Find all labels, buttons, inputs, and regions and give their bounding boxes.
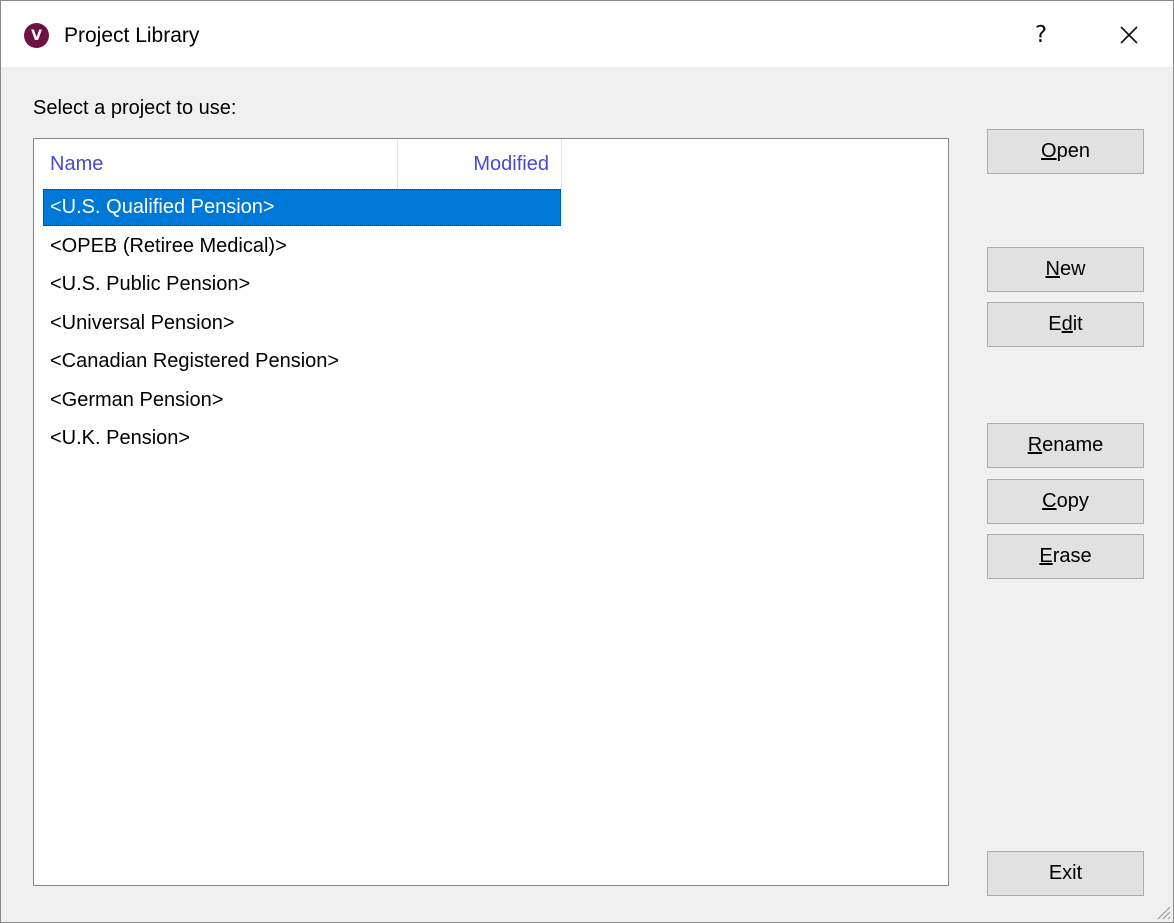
window-title: Project Library [64,24,200,47]
list-item-name: <Canadian Registered Pension> [50,350,340,372]
erase-button-label: rase [1052,545,1092,567]
help-button[interactable]: ? [1017,15,1065,55]
list-item-name: <U.K. Pension> [50,427,191,449]
open-button-label: pen [1056,140,1090,162]
list-item[interactable]: <OPEB (Retiree Medical)> [43,228,561,265]
list-item[interactable]: <U.S. Qualified Pension> [43,189,561,226]
new-button[interactable]: New [987,247,1144,292]
rename-button-label: ename [1042,434,1104,456]
edit-button-prefix: E [1048,313,1062,335]
copy-button-label: opy [1056,490,1089,512]
list-item-name: <German Pension> [50,388,224,411]
column-header-name[interactable]: Name [34,139,398,189]
project-list[interactable]: Name Modified <U.S. Qualified Pension> <O… [33,138,949,886]
list-header: Name Modified [34,139,948,189]
list-item-name: <U.S. Qualified Pension> [50,196,275,218]
new-button-accel: N [1045,258,1060,280]
column-header-modified[interactable]: Modified [398,139,562,189]
list-item[interactable]: <U.S. Public Pension> [43,266,561,303]
exit-button-label: Exit [1048,862,1083,884]
app-logo-icon: V [24,23,49,48]
edit-button-accel: d [1061,313,1073,335]
close-button[interactable] [1105,15,1153,55]
list-item[interactable]: <Universal Pension> [43,305,561,342]
list-item-name: <OPEB (Retiree Medical)> [50,234,287,257]
copy-button-accel: C [1042,490,1057,512]
list-item[interactable]: <U.K. Pension> [43,420,561,457]
exit-button[interactable]: Exit [987,851,1144,896]
project-library-dialog: V Project Library ? Select a project to … [0,0,1174,923]
list-item[interactable]: <German Pension> [43,382,561,419]
open-button-accel: O [1041,140,1057,162]
edit-button-label: it [1072,313,1083,335]
edit-button[interactable]: Edit [987,302,1144,347]
copy-button[interactable]: Copy [987,479,1144,524]
new-button-label: ew [1059,258,1086,280]
resize-grip-icon[interactable] [1153,902,1171,920]
close-icon [1120,26,1138,44]
title-bar[interactable]: V Project Library ? [1,1,1173,67]
erase-button[interactable]: Erase [987,534,1144,579]
select-project-label: Select a project to use: [33,97,237,119]
list-item-name: <Universal Pension> [50,311,235,334]
open-button[interactable]: Open [987,129,1144,174]
list-item[interactable]: <Canadian Registered Pension> [43,343,561,380]
rename-button-accel: R [1027,434,1043,456]
rename-button[interactable]: Rename [987,423,1144,468]
list-item-name: <U.S. Public Pension> [50,273,251,295]
erase-button-accel: E [1039,545,1053,567]
